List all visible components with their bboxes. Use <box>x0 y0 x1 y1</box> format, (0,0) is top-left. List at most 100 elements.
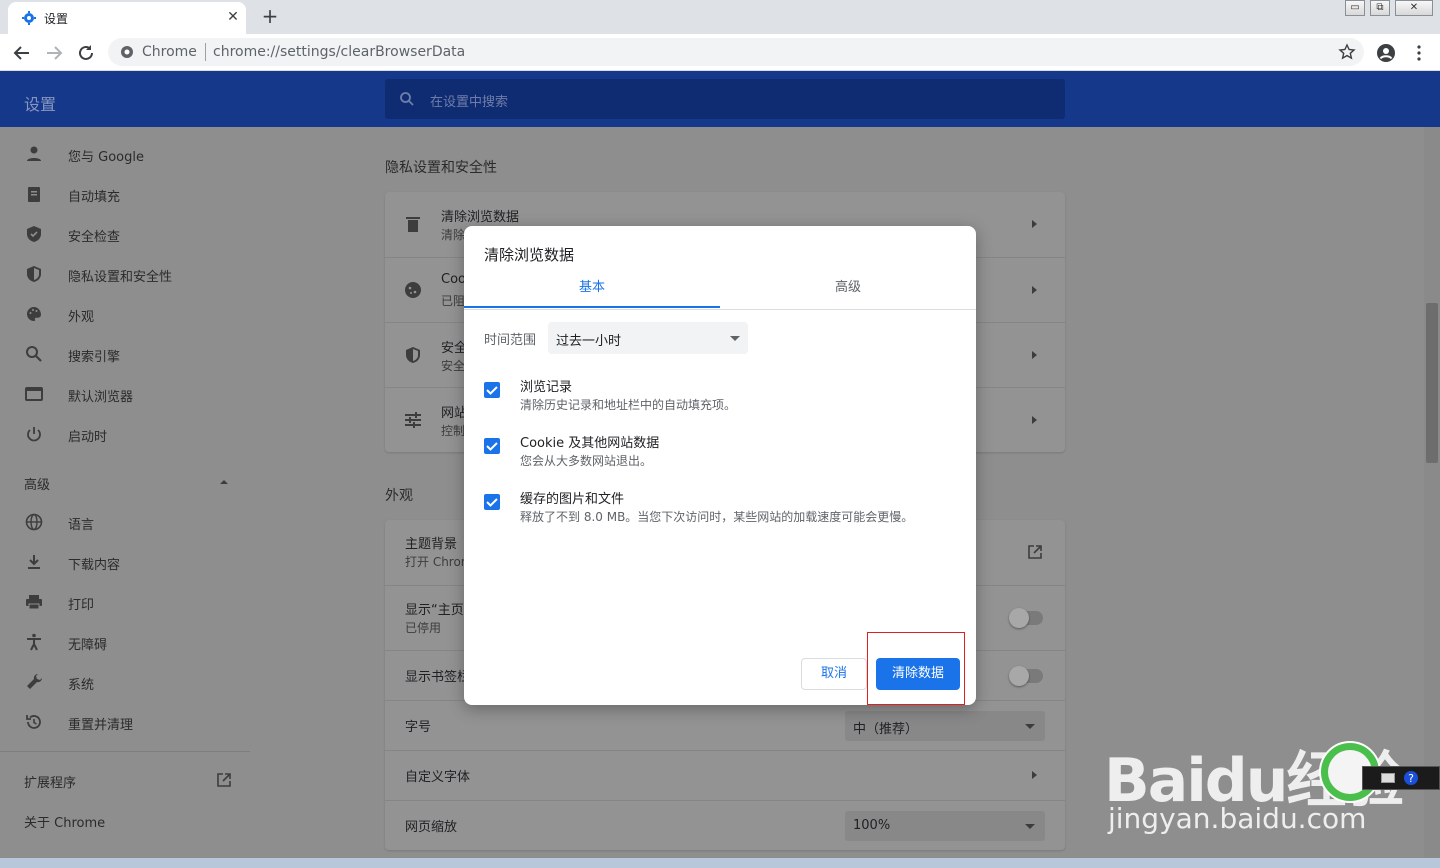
row-label: 主题背景 <box>405 537 458 552</box>
help-icon[interactable]: ? <box>1403 770 1419 786</box>
open-in-new-icon[interactable] <box>216 772 232 788</box>
profile-avatar-icon[interactable] <box>1373 40 1399 66</box>
sidebar-item-label: 无障碍 <box>68 638 108 653</box>
sidebar-item-safety-check[interactable]: 安全检查 <box>0 214 250 254</box>
sidebar-item-appearance[interactable]: 外观 <box>0 294 250 334</box>
sidebar-item-label: 隐私设置和安全性 <box>68 270 173 285</box>
option-title: Cookie 及其他网站数据 <box>520 436 660 451</box>
font-size-value: 中（推荐） <box>853 722 919 737</box>
sidebar-item-accessibility[interactable]: 无障碍 <box>0 622 250 662</box>
person-icon <box>27 146 41 161</box>
option-cached-files[interactable]: 缓存的图片和文件 释放了不到 8.0 MB。当您下次访问时，某些网站的加载速度可… <box>484 488 954 534</box>
restore-button[interactable]: ⧉ <box>1370 0 1390 16</box>
chevron-right-icon <box>1032 771 1037 779</box>
sidebar-item-languages[interactable]: 语言 <box>0 502 250 542</box>
page-scrollbar[interactable] <box>1424 127 1440 868</box>
power-icon <box>27 427 41 442</box>
browser-toolbar: Chrome chrome://settings/clearBrowserDat… <box>0 34 1440 71</box>
sidebar-item-about[interactable]: 关于 Chrome <box>24 812 105 831</box>
tab-settings[interactable]: 设置 ✕ <box>8 2 246 34</box>
chrome-icon <box>121 46 133 58</box>
row-label: Coo <box>441 272 466 287</box>
sidebar-item-you-and-google[interactable]: 您与 Google <box>0 134 250 174</box>
address-bar[interactable]: Chrome chrome://settings/clearBrowserDat… <box>108 38 1364 66</box>
custom-fonts-row[interactable]: 自定义字体 <box>385 750 1065 800</box>
search-placeholder: 在设置中搜索 <box>430 95 509 110</box>
shield-half-icon <box>406 347 420 363</box>
sidebar-item-label: 系统 <box>68 678 95 693</box>
privacy-section-title: 隐私设置和安全性 <box>385 160 497 176</box>
row-sub: 安全 <box>441 359 466 373</box>
os-taskbar <box>0 858 1440 868</box>
sidebar-item-printing[interactable]: 打印 <box>0 582 250 622</box>
omnibox-separator <box>205 43 206 61</box>
page-zoom-select[interactable]: 100% <box>845 811 1045 841</box>
cancel-button[interactable]: 取消 <box>801 658 867 690</box>
tab-advanced[interactable]: 高级 <box>720 274 976 308</box>
scrollbar-thumb[interactable] <box>1426 303 1438 463</box>
ime-toolbar[interactable]: ? <box>1362 766 1440 790</box>
sidebar-item-reset[interactable]: 重置并清理 <box>0 702 250 742</box>
time-range-value: 过去一小时 <box>556 334 622 349</box>
sidebar-item-autofill[interactable]: 自动填充 <box>0 174 250 214</box>
sidebar-item-extensions[interactable]: 扩展程序 <box>24 772 76 791</box>
option-sub: 您会从大多数网站退出。 <box>520 454 653 468</box>
option-title: 缓存的图片和文件 <box>520 492 625 507</box>
url-scheme: chrome:// <box>213 44 280 60</box>
keyboard-icon[interactable] <box>1381 773 1395 783</box>
sidebar-divider <box>0 751 250 752</box>
settings-search-input[interactable]: 在设置中搜索 <box>385 79 1065 119</box>
sidebar-item-privacy[interactable]: 隐私设置和安全性 <box>0 254 250 294</box>
tab-basic[interactable]: 基本 <box>464 274 720 308</box>
sidebar-item-default-browser[interactable]: 默认浏览器 <box>0 374 250 414</box>
tab-divider <box>464 309 976 310</box>
back-arrow-icon[interactable] <box>9 40 35 66</box>
sidebar-advanced-toggle[interactable]: 高级 <box>24 474 50 493</box>
chevron-up-icon[interactable] <box>219 479 229 485</box>
reload-icon[interactable] <box>73 40 99 66</box>
close-tab-icon[interactable]: ✕ <box>224 8 242 26</box>
sidebar-item-label: 打印 <box>68 598 95 613</box>
row-sub: 清除 <box>441 228 466 242</box>
sidebar-item-label: 默认浏览器 <box>68 390 134 405</box>
close-window-button[interactable]: ✕ <box>1395 0 1433 16</box>
browsing-history-checkbox[interactable] <box>484 382 500 398</box>
minimize-button[interactable]: ▭ <box>1345 0 1365 16</box>
option-browsing-history[interactable]: 浏览记录 清除历史记录和地址栏中的自动填充项。 <box>484 376 954 422</box>
sidebar-item-label: 启动时 <box>68 430 108 445</box>
chevron-right-icon <box>1032 416 1037 424</box>
omnibox-brand: Chrome <box>142 44 197 60</box>
option-title: 浏览记录 <box>520 380 573 395</box>
sidebar-item-label: 下载内容 <box>68 558 121 573</box>
bookmarks-bar-toggle[interactable] <box>1009 666 1043 686</box>
open-in-new-icon[interactable] <box>1027 544 1043 560</box>
option-sub: 清除历史记录和地址栏中的自动填充项。 <box>520 398 737 412</box>
sidebar-item-downloads[interactable]: 下载内容 <box>0 542 250 582</box>
font-size-select[interactable]: 中（推荐） <box>845 711 1045 741</box>
forward-arrow-icon[interactable] <box>41 40 67 66</box>
watermark-sub: jingyan.baidu.com <box>1108 802 1367 835</box>
gear-icon <box>22 11 36 25</box>
row-sub: 已阻 <box>441 294 466 308</box>
search-icon <box>26 346 42 362</box>
chevron-right-icon <box>1032 286 1037 294</box>
row-label: 显示书签栏 <box>405 670 471 685</box>
sidebar-advanced-label: 高级 <box>24 478 51 493</box>
wrench-icon <box>27 673 43 689</box>
checkmark-icon <box>486 498 498 507</box>
option-cookies[interactable]: Cookie 及其他网站数据 您会从大多数网站退出。 <box>484 432 954 478</box>
time-range-select[interactable]: 过去一小时 <box>548 322 748 354</box>
settings-title: 设置 <box>24 95 57 114</box>
home-button-toggle[interactable] <box>1009 608 1043 628</box>
sidebar-item-label: 您与 Google <box>68 150 144 165</box>
sidebar-item-on-startup[interactable]: 启动时 <box>0 414 250 454</box>
cookies-checkbox[interactable] <box>484 438 500 454</box>
row-sub: 打开 Chron <box>405 555 469 569</box>
sidebar-item-system[interactable]: 系统 <box>0 662 250 702</box>
bookmark-star-icon[interactable] <box>1338 43 1356 61</box>
sidebar-item-search-engine[interactable]: 搜索引擎 <box>0 334 250 374</box>
cached-files-checkbox[interactable] <box>484 494 500 510</box>
more-menu-icon[interactable] <box>1406 40 1432 66</box>
sidebar-item-label: 自动填充 <box>68 190 121 205</box>
new-tab-button[interactable]: + <box>258 4 282 28</box>
